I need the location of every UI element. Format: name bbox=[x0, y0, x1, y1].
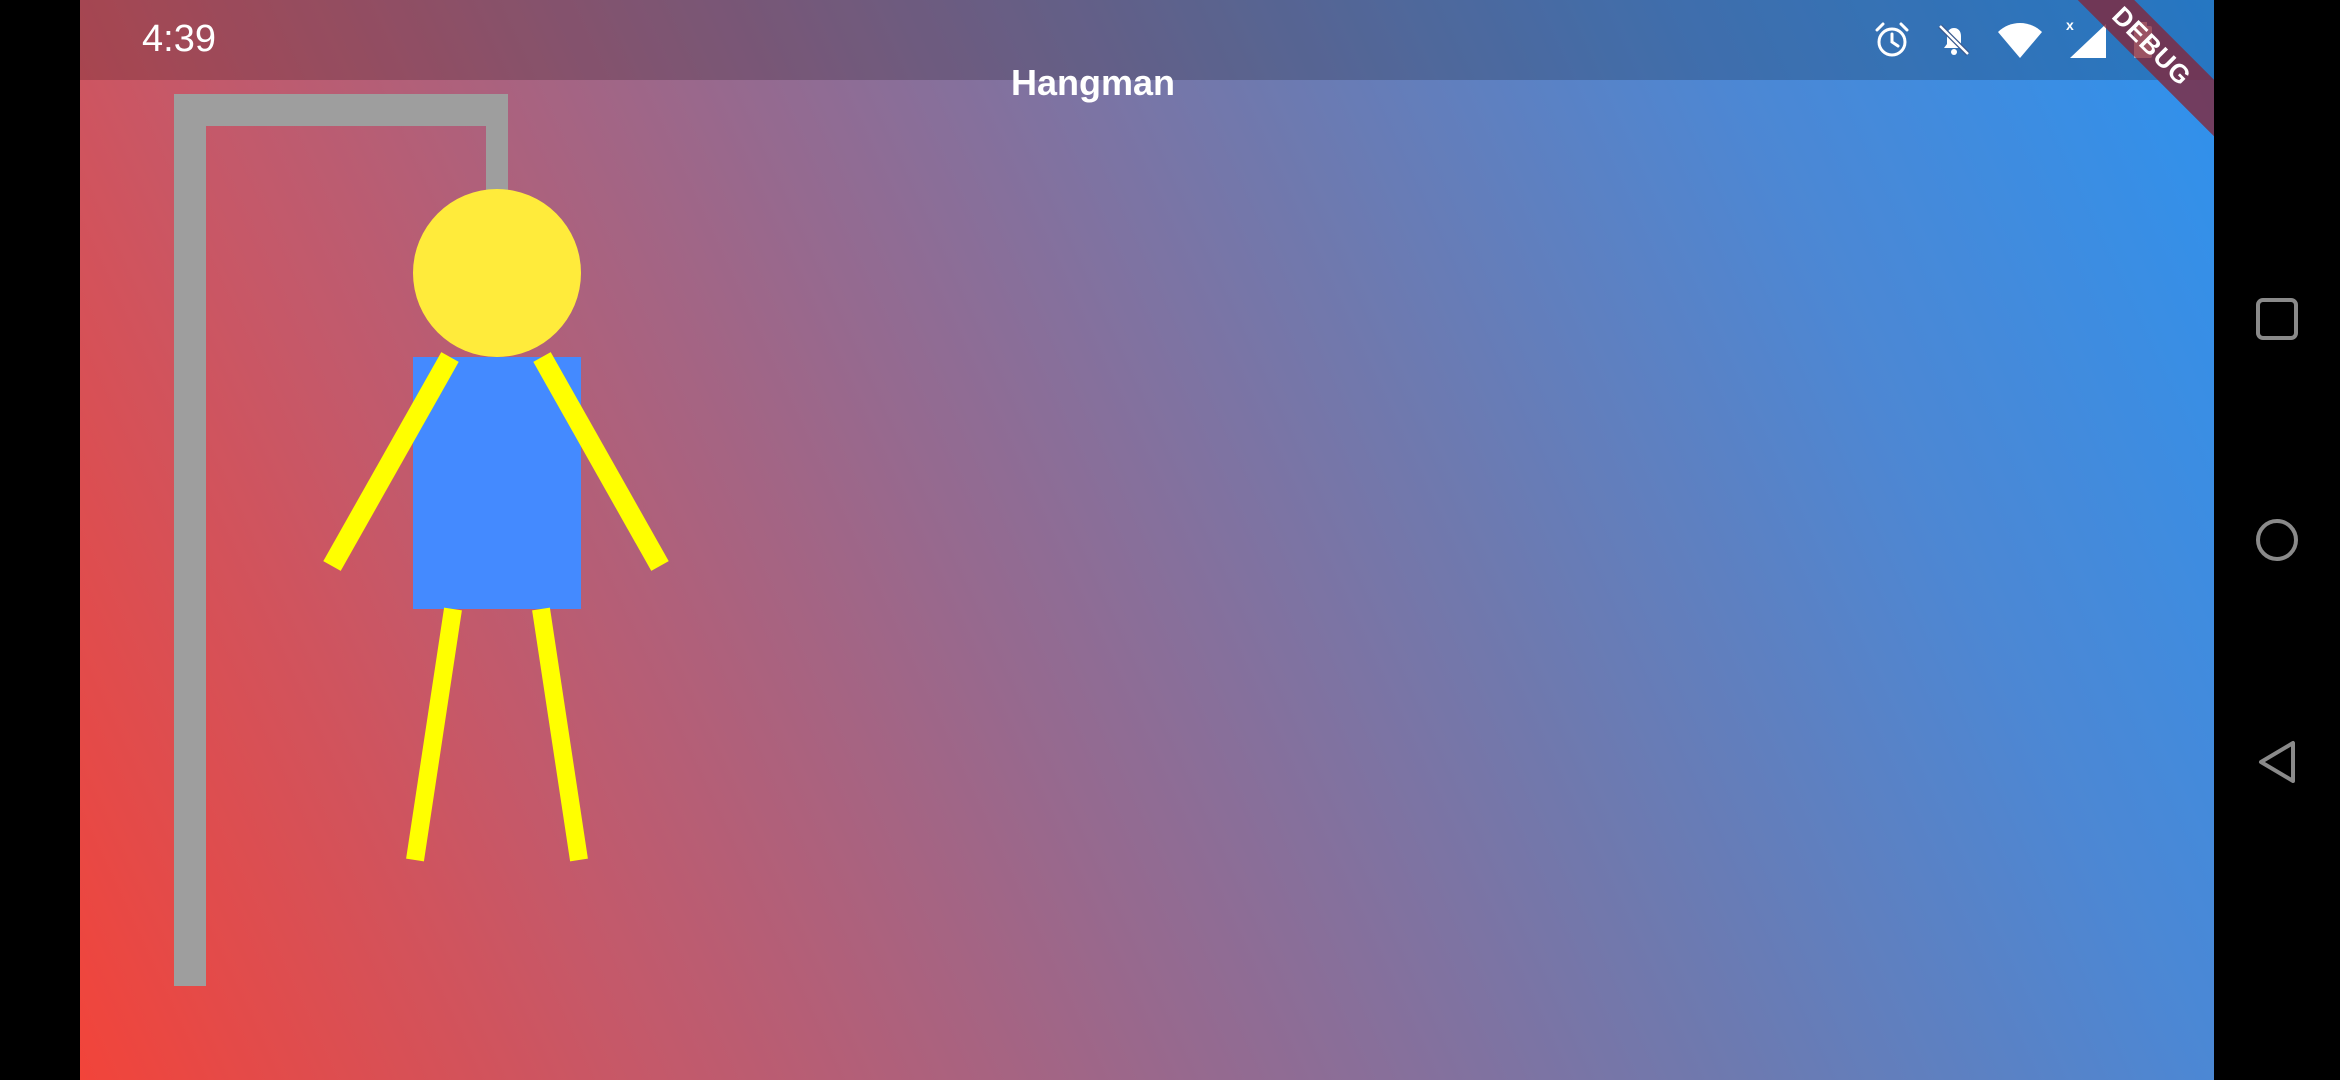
app-window: 4:39 x Hangman DEBUG bbox=[80, 0, 2214, 1080]
hangman-drawing bbox=[174, 94, 669, 986]
svg-text:x: x bbox=[2066, 20, 2074, 33]
notifications-off-icon bbox=[1934, 20, 1974, 60]
left-black-strip bbox=[0, 0, 80, 1080]
wifi-icon bbox=[1996, 20, 2044, 60]
home-button[interactable] bbox=[2252, 515, 2302, 565]
alarm-icon bbox=[1872, 20, 1912, 60]
back-button[interactable] bbox=[2252, 737, 2302, 787]
square-icon bbox=[2256, 298, 2298, 340]
app-title: Hangman bbox=[1010, 62, 1176, 103]
recents-button[interactable] bbox=[2252, 294, 2302, 344]
circle-icon bbox=[2256, 519, 2298, 561]
navigation-bar bbox=[2214, 0, 2340, 1080]
hangman-right-leg bbox=[532, 607, 588, 862]
triangle-back-icon bbox=[2259, 741, 2295, 783]
status-clock: 4:39 bbox=[142, 18, 216, 60]
hangman-head bbox=[413, 189, 581, 357]
gallows-post bbox=[174, 94, 206, 986]
hangman-left-leg bbox=[406, 607, 462, 862]
gallows-rope bbox=[486, 94, 508, 204]
